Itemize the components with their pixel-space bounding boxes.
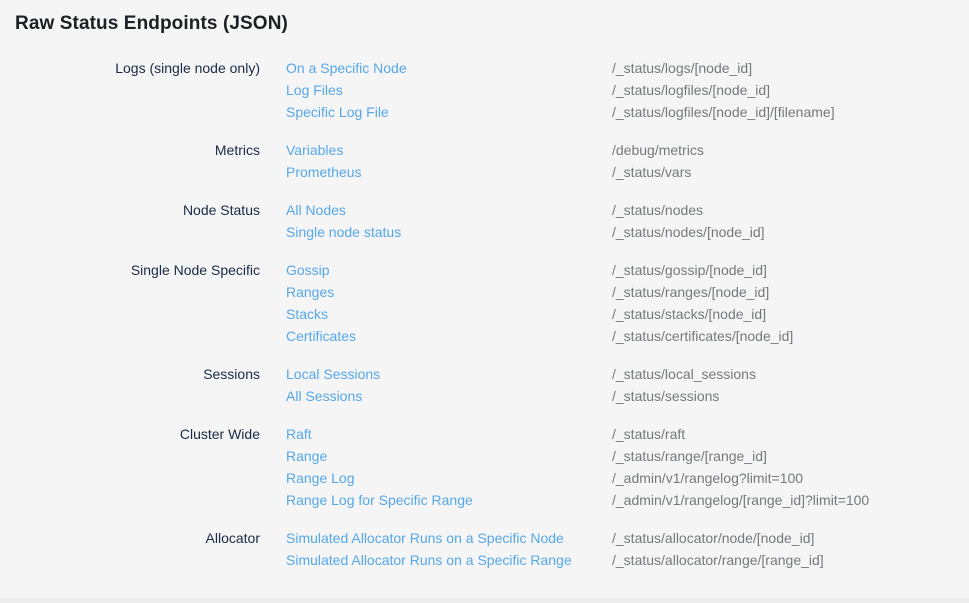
endpoint-links-column: All NodesSingle node status bbox=[260, 199, 612, 243]
endpoint-group: Cluster WideRaftRangeRange LogRange Log … bbox=[0, 423, 969, 511]
endpoint-links-column: Simulated Allocator Runs on a Specific N… bbox=[260, 527, 612, 571]
category-label: Node Status bbox=[0, 199, 260, 243]
endpoint-group: Single Node SpecificGossipRangesStacksCe… bbox=[0, 259, 969, 347]
endpoint-group: Node StatusAll NodesSingle node status/_… bbox=[0, 199, 969, 243]
endpoint-urls-column: /_status/logs/[node_id]/_status/logfiles… bbox=[612, 57, 969, 123]
endpoint-links-column: RaftRangeRange LogRange Log for Specific… bbox=[260, 423, 612, 511]
endpoint-link[interactable]: Log Files bbox=[286, 79, 612, 101]
endpoint-link[interactable]: Range bbox=[286, 445, 612, 467]
endpoint-url: /_admin/v1/rangelog?limit=100 bbox=[612, 467, 969, 489]
endpoint-url: /_status/vars bbox=[612, 161, 969, 183]
endpoint-url: /debug/metrics bbox=[612, 139, 969, 161]
endpoint-urls-column: /_status/gossip/[node_id]/_status/ranges… bbox=[612, 259, 969, 347]
endpoint-link[interactable]: Simulated Allocator Runs on a Specific N… bbox=[286, 527, 612, 549]
endpoint-url: /_status/allocator/node/[node_id] bbox=[612, 527, 969, 549]
endpoint-link[interactable]: Single node status bbox=[286, 221, 612, 243]
endpoint-url: /_status/logs/[node_id] bbox=[612, 57, 969, 79]
endpoint-link[interactable]: Local Sessions bbox=[286, 363, 612, 385]
endpoint-link[interactable]: All Nodes bbox=[286, 199, 612, 221]
endpoint-link[interactable]: Ranges bbox=[286, 281, 612, 303]
category-label: Sessions bbox=[0, 363, 260, 407]
endpoint-link[interactable]: Stacks bbox=[286, 303, 612, 325]
category-label: Allocator bbox=[0, 527, 260, 571]
page-title: Raw Status Endpoints (JSON) bbox=[0, 0, 969, 36]
endpoint-links-column: Local SessionsAll Sessions bbox=[260, 363, 612, 407]
endpoint-url: /_status/stacks/[node_id] bbox=[612, 303, 969, 325]
bottom-edge-divider bbox=[0, 598, 969, 603]
endpoint-link[interactable]: Simulated Allocator Runs on a Specific R… bbox=[286, 549, 612, 571]
endpoint-link[interactable]: Gossip bbox=[286, 259, 612, 281]
endpoint-url: /_status/logfiles/[node_id]/[filename] bbox=[612, 101, 969, 123]
endpoint-links-column: VariablesPrometheus bbox=[260, 139, 612, 183]
endpoint-url: /_status/raft bbox=[612, 423, 969, 445]
endpoint-url: /_status/local_sessions bbox=[612, 363, 969, 385]
endpoint-url: /_status/allocator/range/[range_id] bbox=[612, 549, 969, 571]
endpoint-urls-column: /debug/metrics/_status/vars bbox=[612, 139, 969, 183]
endpoint-url: /_status/logfiles/[node_id] bbox=[612, 79, 969, 101]
endpoint-group: Logs (single node only)On a Specific Nod… bbox=[0, 57, 969, 123]
endpoint-link[interactable]: Prometheus bbox=[286, 161, 612, 183]
endpoint-url: /_status/certificates/[node_id] bbox=[612, 325, 969, 347]
endpoint-links-column: GossipRangesStacksCertificates bbox=[260, 259, 612, 347]
endpoint-urls-column: /_status/local_sessions/_status/sessions bbox=[612, 363, 969, 407]
endpoint-link[interactable]: Raft bbox=[286, 423, 612, 445]
endpoint-links-column: On a Specific NodeLog FilesSpecific Log … bbox=[260, 57, 612, 123]
endpoint-group: Allocator Simulated Allocator Runs on a S… bbox=[0, 527, 969, 571]
endpoint-url: /_status/nodes/[node_id] bbox=[612, 221, 969, 243]
endpoint-link[interactable]: Specific Log File bbox=[286, 101, 612, 123]
endpoint-url: /_status/gossip/[node_id] bbox=[612, 259, 969, 281]
endpoint-url: /_status/sessions bbox=[612, 385, 969, 407]
endpoint-urls-column: /_status/allocator/node/[node_id]/_statu… bbox=[612, 527, 969, 571]
endpoint-group: MetricsVariablesPrometheus/debug/metrics… bbox=[0, 139, 969, 183]
category-label: Single Node Specific bbox=[0, 259, 260, 347]
endpoint-link[interactable]: Variables bbox=[286, 139, 612, 161]
endpoint-urls-column: /_status/nodes/_status/nodes/[node_id] bbox=[612, 199, 969, 243]
endpoint-link[interactable]: Range Log bbox=[286, 467, 612, 489]
endpoint-group: SessionsLocal SessionsAll Sessions/_stat… bbox=[0, 363, 969, 407]
endpoint-link[interactable]: All Sessions bbox=[286, 385, 612, 407]
endpoint-urls-column: /_status/raft/_status/range/[range_id]/_… bbox=[612, 423, 969, 511]
endpoint-url: /_status/nodes bbox=[612, 199, 969, 221]
endpoint-link[interactable]: Certificates bbox=[286, 325, 612, 347]
category-label: Cluster Wide bbox=[0, 423, 260, 511]
endpoints-table: Logs (single node only)On a Specific Nod… bbox=[0, 57, 969, 571]
endpoint-url: /_status/range/[range_id] bbox=[612, 445, 969, 467]
endpoint-url: /_status/ranges/[node_id] bbox=[612, 281, 969, 303]
category-label: Metrics bbox=[0, 139, 260, 183]
endpoint-link[interactable]: Range Log for Specific Range bbox=[286, 489, 612, 511]
category-label: Logs (single node only) bbox=[0, 57, 260, 123]
endpoint-link[interactable]: On a Specific Node bbox=[286, 57, 612, 79]
endpoint-url: /_admin/v1/rangelog/[range_id]?limit=100 bbox=[612, 489, 969, 511]
